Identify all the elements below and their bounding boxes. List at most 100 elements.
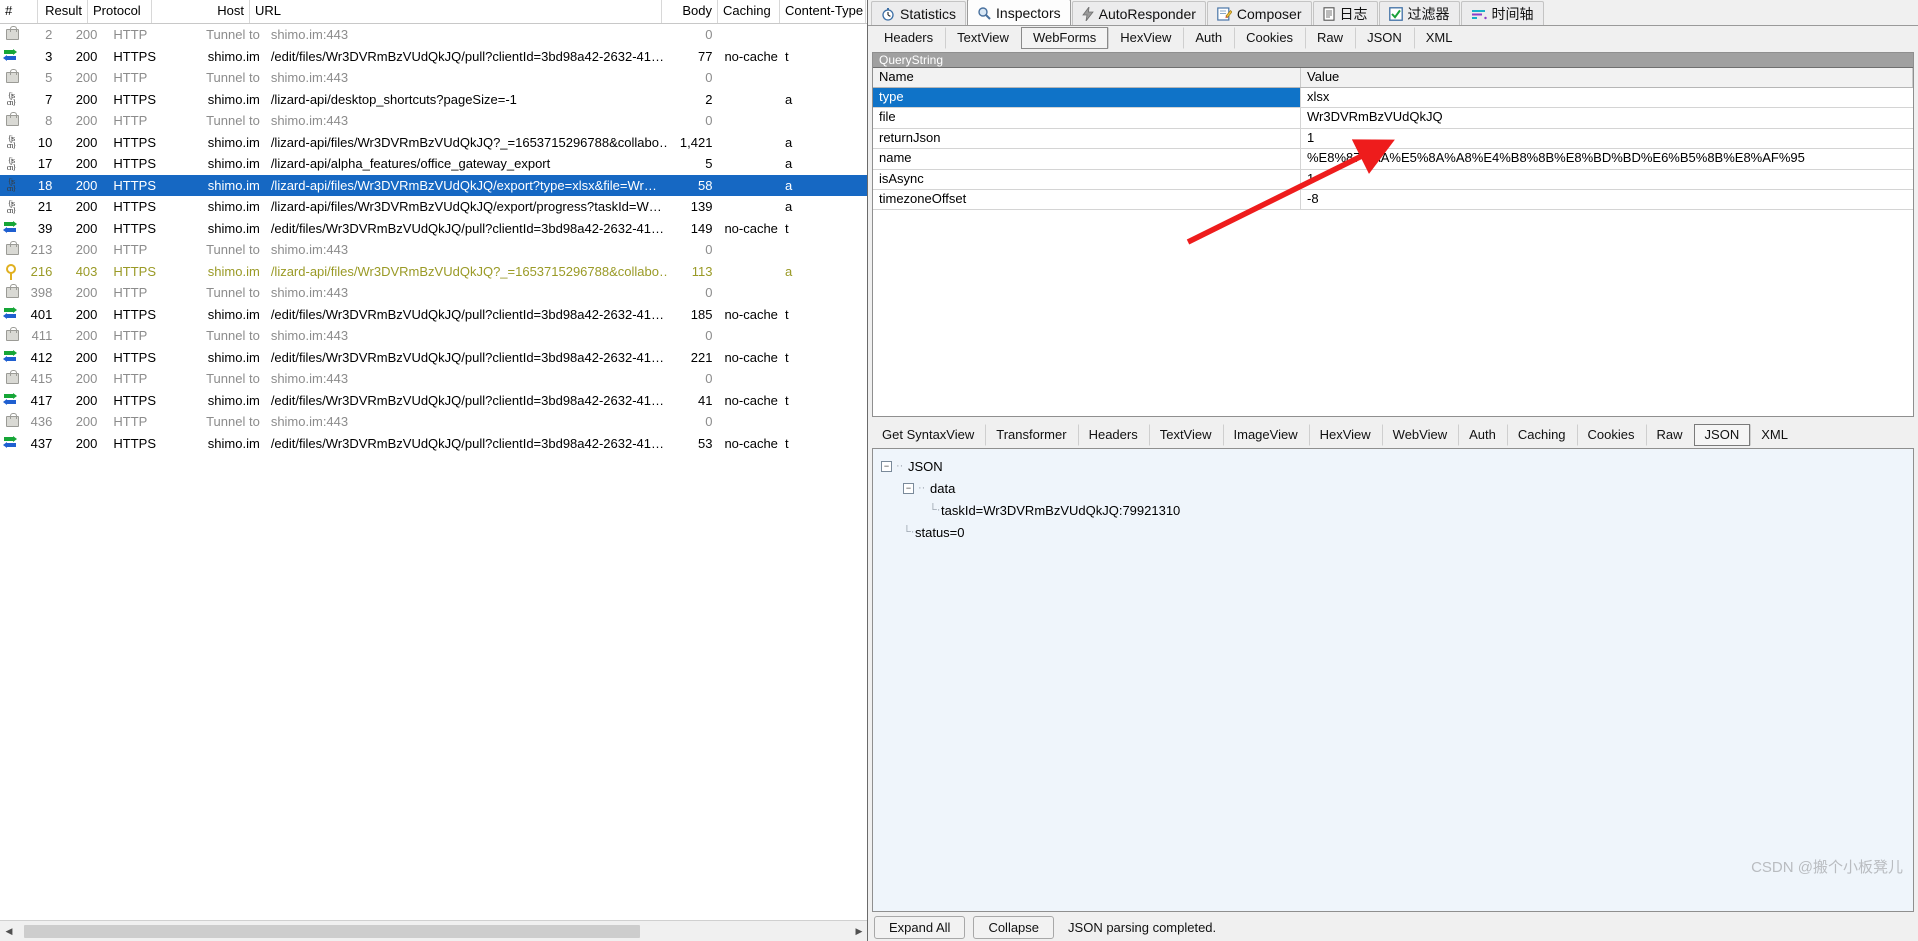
column-header-result[interactable]: Result: [38, 0, 88, 23]
json-bottom-bar: Expand All Collapse JSON parsing complet…: [868, 914, 1918, 941]
cell-content-type: t: [785, 349, 789, 365]
request-tab-xml[interactable]: XML: [1413, 27, 1465, 49]
table-row[interactable]: {js cn} 18 200 HTTPS shimo.im/lizard-api/file…: [0, 174, 867, 196]
request-webforms-panel: QueryString Name Value type xlsx file Wr3DV…: [872, 52, 1914, 417]
column-header-name[interactable]: Name: [873, 68, 1301, 87]
collapse-toggle-icon[interactable]: −: [881, 460, 892, 472]
cell-num: 7: [45, 91, 53, 107]
cell-num: 437: [30, 435, 53, 451]
request-tab-headers[interactable]: Headers: [872, 27, 945, 49]
querystring-row[interactable]: returnJson 1: [873, 128, 1913, 150]
response-tab-get-syntaxview[interactable]: Get SyntaxView: [871, 424, 985, 446]
table-row[interactable]: 8 200 HTTP Tunnel to shimo.im:443 0: [0, 110, 867, 132]
querystring-row[interactable]: name %E8%87%AA%E5%8A%A8%E4%B8%8B%E8%BD%BD…: [873, 149, 1913, 170]
table-row[interactable]: {js cn} 7 200 HTTPS shimo.im/lizard-api/deskt…: [0, 89, 867, 111]
request-tab-textview[interactable]: TextView: [945, 27, 1021, 49]
table-row[interactable]: 417 200 HTTPS shimo.im/edit/files/Wr3DVRmBz…: [0, 390, 867, 412]
tab-composer[interactable]: Composer: [1206, 1, 1312, 25]
response-tab-caching[interactable]: Caching: [1506, 424, 1577, 446]
sessions-horizontal-scrollbar[interactable]: ◀ ▶: [0, 920, 867, 941]
table-row[interactable]: 401 200 HTTPS shimo.im/edit/files/Wr3DVRmBz…: [0, 304, 867, 326]
tab-日志[interactable]: 日志: [1312, 1, 1378, 25]
tab-时间轴[interactable]: 时间轴: [1460, 1, 1544, 25]
column-header-url[interactable]: URL: [250, 0, 662, 23]
lock-icon: [2, 111, 21, 129]
column-header-protocol[interactable]: Protocol: [88, 0, 152, 23]
querystring-row[interactable]: isAsync 1: [873, 169, 1913, 190]
table-row[interactable]: 412 200 HTTPS shimo.im/edit/files/Wr3DVRmBz…: [0, 347, 867, 369]
response-tab-json[interactable]: JSON: [1693, 424, 1751, 446]
cell-url: shimo.im:443: [270, 285, 349, 300]
tab-autoresponder[interactable]: AutoResponder: [1071, 1, 1206, 25]
response-tab-imageview[interactable]: ImageView: [1222, 424, 1309, 446]
table-row[interactable]: {js cn} 21 200 HTTPS shimo.im/lizard-api/file…: [0, 196, 867, 218]
response-tab-xml[interactable]: XML: [1750, 424, 1799, 446]
json-tree-taskid-node[interactable]: └·· taskId=Wr3DVRmBzVUdQkJQ:79921310: [881, 499, 1913, 521]
column-header-value[interactable]: Value: [1301, 68, 1913, 87]
cell-url: /lizard-api/files/Wr3DVRmBzVUdQkJQ/expor…: [270, 199, 662, 214]
response-tab-hexview[interactable]: HexView: [1308, 424, 1382, 446]
column-header-caching[interactable]: Caching: [718, 0, 780, 23]
response-tab-textview[interactable]: TextView: [1148, 424, 1223, 446]
response-tab-raw[interactable]: Raw: [1645, 424, 1694, 446]
sessions-column-header: # Result Protocol Host URL Body Caching …: [0, 0, 867, 24]
tab-statistics[interactable]: Statistics: [871, 1, 967, 25]
collapse-button[interactable]: Collapse: [973, 916, 1055, 939]
column-header-host[interactable]: Host: [152, 0, 250, 23]
table-row[interactable]: 5 200 HTTP Tunnel to shimo.im:443 0: [0, 67, 867, 89]
cell-content-type: t: [785, 392, 789, 408]
querystring-name: timezoneOffset: [873, 189, 1301, 210]
response-tab-headers[interactable]: Headers: [1077, 424, 1149, 446]
table-row[interactable]: 398 200 HTTP Tunnel to shimo.im:443 0: [0, 282, 867, 304]
request-tab-webforms[interactable]: WebForms: [1020, 27, 1109, 49]
querystring-row[interactable]: file Wr3DVRmBzVUdQkJQ: [873, 108, 1913, 129]
response-inspector-tabs: Get SyntaxView Transformer Headers TextView…: [871, 424, 1915, 446]
table-row[interactable]: 213 200 HTTP Tunnel to shimo.im:443 0: [0, 239, 867, 261]
table-row[interactable]: 436 200 HTTP Tunnel to shimo.im:443 0: [0, 411, 867, 433]
table-row[interactable]: 437 200 HTTPS shimo.im/edit/files/Wr3DVRmBz…: [0, 433, 867, 455]
table-row[interactable]: 3 200 HTTPS shimo.im/edit/files/Wr3DVRmBzVU…: [0, 46, 867, 68]
table-row[interactable]: 216 403 HTTPS shimo.im/lizard-api/files/Wr3…: [0, 261, 867, 283]
response-tab-transformer[interactable]: Transformer: [985, 424, 1077, 446]
request-tab-hexview[interactable]: HexView: [1108, 27, 1183, 49]
json-tree-root[interactable]: − ·· JSON: [881, 455, 1913, 477]
tab-过滤器[interactable]: 过滤器: [1378, 1, 1460, 25]
table-row[interactable]: 39 200 HTTPS shimo.im/edit/files/Wr3DVRmBzV…: [0, 218, 867, 240]
json-root-label: JSON: [908, 458, 943, 474]
querystring-row[interactable]: type xlsx: [873, 88, 1913, 109]
cell-num: 216: [30, 263, 53, 279]
json-tree-data-node[interactable]: − ·· data: [881, 477, 1913, 499]
json-status-label: status=0: [915, 524, 965, 540]
querystring-row[interactable]: timezoneOffset -8: [873, 189, 1913, 211]
table-row[interactable]: 411 200 HTTP Tunnel to shimo.im:443 0: [0, 325, 867, 347]
table-row[interactable]: {js cn} 10 200 HTTPS shimo.im/lizard-api/file…: [0, 132, 867, 154]
table-row[interactable]: {js cn} 17 200 HTTPS shimo.im/lizard-api/alph…: [0, 153, 867, 175]
json-tree-status-node[interactable]: └·· status=0: [881, 521, 1913, 543]
request-tab-json[interactable]: JSON: [1355, 27, 1414, 49]
tab-inspectors[interactable]: Inspectors: [967, 0, 1071, 25]
scrollbar-track[interactable]: [18, 921, 850, 941]
table-row[interactable]: 2 200 HTTP Tunnel to shimo.im:443 0: [0, 24, 867, 46]
cell-num: 39: [37, 220, 53, 236]
column-header-num[interactable]: #: [0, 0, 38, 23]
request-tab-cookies[interactable]: Cookies: [1234, 27, 1305, 49]
collapse-toggle-icon[interactable]: −: [903, 482, 914, 494]
column-header-content-type[interactable]: Content-Type: [780, 0, 866, 23]
response-tab-auth[interactable]: Auth: [1458, 424, 1507, 446]
cell-num: 412: [30, 349, 53, 365]
scroll-left-icon[interactable]: ◀: [0, 921, 18, 941]
response-tab-webview[interactable]: WebView: [1381, 424, 1458, 446]
request-tab-raw[interactable]: Raw: [1305, 27, 1355, 49]
json-data-label: data: [930, 480, 956, 496]
table-row[interactable]: 415 200 HTTP Tunnel to shimo.im:443 0: [0, 368, 867, 390]
expand-all-button[interactable]: Expand All: [874, 916, 966, 939]
cell-protocol: HTTP: [113, 27, 148, 42]
cell-url: shimo.im:443: [270, 70, 349, 85]
scrollbar-thumb[interactable]: [24, 924, 640, 938]
response-tab-cookies[interactable]: Cookies: [1576, 424, 1646, 446]
request-tab-auth[interactable]: Auth: [1183, 27, 1234, 49]
column-header-body[interactable]: Body: [662, 0, 718, 23]
cell-url: /edit/files/Wr3DVRmBzVUdQkJQ/pull?client…: [270, 392, 665, 408]
cell-protocol: HTTPS: [113, 91, 157, 107]
scroll-right-icon[interactable]: ▶: [850, 921, 867, 941]
